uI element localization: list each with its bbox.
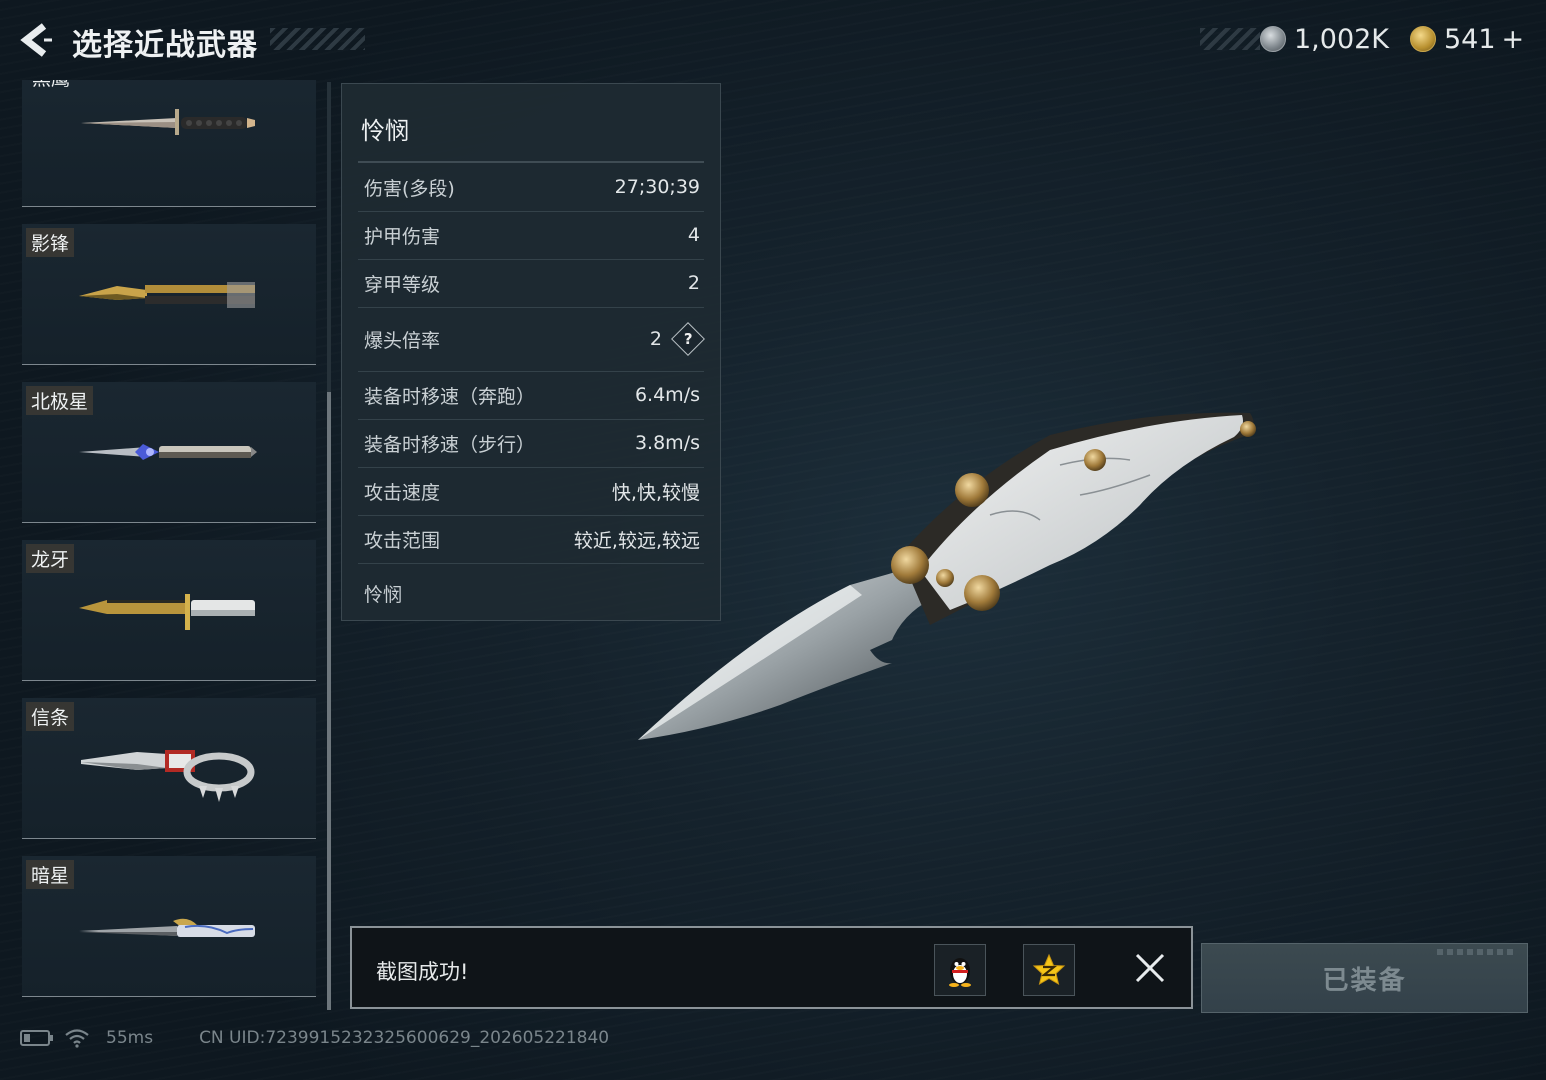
stat-row-penetration: 穿甲等级 2 (358, 259, 704, 308)
knife-icon-xintiao (81, 750, 255, 802)
share-qq-button[interactable] (934, 944, 986, 996)
weapon-card-heiying[interactable]: 黑鹰 (22, 80, 316, 207)
stat-label: 爆头倍率 (364, 329, 441, 352)
weapon-card-anxing[interactable]: 暗星 (22, 856, 316, 997)
silver-currency[interactable]: 1,002K (1260, 22, 1389, 56)
silver-coin-icon (1260, 26, 1286, 52)
stat-label: 装备时移速（奔跑） (364, 385, 536, 408)
help-icon[interactable]: ? (671, 322, 705, 356)
stat-value: 2 (649, 328, 662, 350)
stat-label: 装备时移速（步行） (364, 433, 536, 456)
knife-icon-beijixing (79, 444, 257, 460)
weapon-card-xintiao[interactable]: 信条 (22, 698, 316, 839)
title-decoration (270, 28, 365, 50)
knife-icon-anxing (79, 918, 255, 937)
stat-value-wrap: 2 ? (649, 322, 705, 356)
stat-label: 护甲伤害 (364, 225, 441, 248)
add-gold-icon[interactable]: + (1502, 24, 1525, 55)
back-arrow-icon[interactable] (16, 20, 56, 60)
weapon-list[interactable]: 黑鹰 影锋 北极星 龙牙 (22, 80, 316, 1000)
gold-currency[interactable]: 541 + (1410, 22, 1524, 56)
weapon-name: 影锋 (26, 228, 75, 257)
currency-decoration (1200, 28, 1260, 50)
wifi-icon (65, 1029, 89, 1048)
list-scrollbar-thumb[interactable] (327, 392, 331, 1010)
weapon-name: 龙牙 (26, 544, 75, 573)
button-decoration (1437, 949, 1517, 955)
knife-icon-heiying (81, 109, 255, 135)
gold-coin-icon (1410, 26, 1436, 52)
page-title: 选择近战武器 (72, 28, 258, 63)
stat-value: 2 (687, 272, 700, 294)
share-qzone-button[interactable] (1023, 944, 1075, 996)
gold-amount: 541 (1444, 23, 1496, 55)
stat-label: 穿甲等级 (364, 273, 441, 296)
equipped-label: 已装备 (1322, 965, 1407, 996)
knife-preview-image[interactable] (630, 395, 1270, 755)
help-glyph: ? (683, 329, 693, 348)
knife-icon-longya (79, 594, 255, 630)
ping-text: 55ms (106, 1028, 154, 1048)
stat-value: 27;30;39 (614, 176, 700, 198)
weapon-card-longya[interactable]: 龙牙 (22, 540, 316, 681)
stat-label: 伤害(多段) (364, 177, 455, 200)
stat-value: 4 (687, 224, 700, 246)
close-icon[interactable] (1132, 950, 1168, 986)
stat-row-headshot: 爆头倍率 2 ? (358, 307, 705, 372)
weapon-name: 暗星 (26, 860, 75, 889)
toast-message: 截图成功! (376, 960, 469, 984)
qq-penguin-icon (949, 958, 971, 987)
screenshot-toast: 截图成功! (350, 926, 1193, 1009)
qzone-star-icon (1032, 953, 1066, 986)
battery-icon (20, 1030, 53, 1046)
weapon-name: 黑鹰 (26, 80, 76, 91)
stat-label: 攻击范围 (364, 529, 441, 552)
weapon-name: 信条 (26, 702, 75, 731)
weapon-description: 怜悯 (364, 584, 403, 606)
status-bar: 55ms CN UID:7239915232325600629_20260522… (20, 1028, 609, 1048)
knife-icon-yingfeng (79, 282, 255, 308)
weapon-card-beijixing[interactable]: 北极星 (22, 382, 316, 523)
weapon-card-yingfeng[interactable]: 影锋 (22, 224, 316, 365)
stat-label: 攻击速度 (364, 481, 441, 504)
weapon-title: 怜悯 (361, 117, 409, 145)
stat-row-damage: 伤害(多段) 27;30;39 (358, 163, 704, 212)
silver-amount: 1,002K (1294, 23, 1390, 55)
uid-text: CN UID:7239915232325600629_202605221840 (199, 1028, 610, 1048)
weapon-name: 北极星 (26, 386, 94, 415)
stat-row-armor-damage: 护甲伤害 4 (358, 211, 704, 260)
equipped-button[interactable]: 已装备 (1201, 943, 1528, 1013)
